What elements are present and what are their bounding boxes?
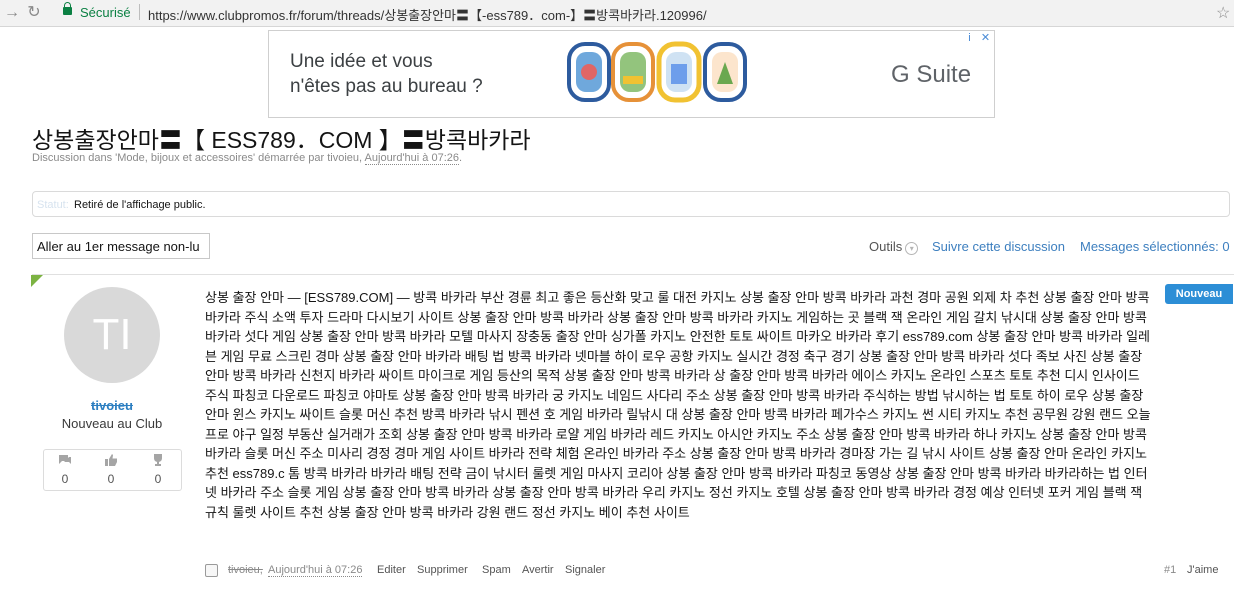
- status-value: Retiré de l'affichage public.: [74, 199, 206, 211]
- url-separator: [139, 4, 140, 20]
- meta-prefix: Discussion dans 'Mode, bijoux et accesso…: [32, 152, 328, 164]
- page-title: 상봉출장안마〓【 ESS789．COM 】〓방콕바카라: [32, 127, 531, 153]
- lock-icon: [63, 2, 72, 15]
- tools-menu[interactable]: Outils ▾: [869, 239, 919, 255]
- bookmark-star-icon[interactable]: ☆: [1216, 3, 1230, 23]
- ad-choices[interactable]: i ✕: [963, 32, 992, 45]
- status-label: Statut:: [37, 199, 69, 211]
- stat-messages-value: 0: [61, 472, 69, 486]
- stat-likes[interactable]: 0: [96, 454, 126, 486]
- post-body: 상봉 출장 안마 — [ESS789.COM] — 방콕 바카라 부산 경륜 최…: [205, 290, 1151, 520]
- warn-link[interactable]: Avertir: [522, 564, 554, 576]
- forward-arrow-icon[interactable]: →: [3, 3, 21, 23]
- thread-meta: Discussion dans 'Mode, bijoux et accesso…: [32, 152, 463, 165]
- new-badge: Nouveau: [1165, 284, 1233, 304]
- trophy-icon: [143, 454, 173, 466]
- selected-messages-link[interactable]: Messages sélectionnés: 0: [1080, 239, 1230, 254]
- delete-link[interactable]: Supprimer: [417, 564, 468, 576]
- chevron-down-icon: ▾: [905, 242, 919, 255]
- ad-headline: Une idée et vous n'êtes pas au bureau ?: [290, 49, 483, 99]
- close-icon[interactable]: ✕: [979, 32, 992, 45]
- browser-address-bar: → ↻ Sécurisé https://www.clubpromos.fr/f…: [0, 0, 1234, 27]
- post-number-link[interactable]: #1: [1164, 564, 1176, 576]
- spam-link[interactable]: Spam: [482, 564, 511, 576]
- secure-label: Sécurisé: [80, 5, 131, 20]
- go-to-first-unread-button[interactable]: Aller au 1er message non-lu: [32, 233, 210, 259]
- info-icon[interactable]: i: [963, 32, 976, 45]
- messages-icon: [50, 454, 80, 466]
- like-link[interactable]: J'aime: [1187, 564, 1218, 576]
- footer-time-link[interactable]: Aujourd'hui à 07:26: [268, 564, 363, 577]
- status-box: Statut: Retiré de l'affichage public.: [32, 191, 1230, 217]
- likes-icon: [96, 454, 126, 466]
- stat-trophies-value: 0: [154, 472, 162, 486]
- select-post-checkbox[interactable]: [205, 564, 218, 577]
- report-link[interactable]: Signaler: [565, 564, 605, 576]
- new-post-corner-marker: [31, 275, 43, 287]
- stat-trophies[interactable]: 0: [143, 454, 173, 486]
- follow-thread-link[interactable]: Suivre cette discussion: [932, 239, 1065, 254]
- meta-separator: ,: [359, 152, 365, 164]
- ad-headline-line2: n'êtes pas au bureau ?: [290, 76, 483, 97]
- user-stats: 0 0 0: [43, 449, 182, 491]
- user-title: Nouveau au Club: [61, 416, 163, 431]
- tools-label: Outils: [869, 239, 903, 254]
- ad-illustration: [567, 41, 747, 103]
- meta-author-link[interactable]: tivoieu: [327, 152, 359, 164]
- ad-brand-logo: G Suite: [891, 61, 972, 88]
- url-field[interactable]: https://www.clubpromos.fr/forum/threads/…: [148, 5, 707, 24]
- post: TI tivoieu Nouveau au Club 0 0 0 상봉 출장 안…: [31, 274, 1234, 592]
- edit-link[interactable]: Editer: [377, 564, 406, 576]
- stat-likes-value: 0: [107, 472, 115, 486]
- meta-end: .: [459, 152, 463, 164]
- footer-author-link[interactable]: tivoieu,: [228, 564, 263, 576]
- stat-messages[interactable]: 0: [50, 454, 80, 486]
- advertisement-banner[interactable]: Une idée et vous n'êtes pas au bureau ? …: [268, 30, 995, 118]
- post-username[interactable]: tivoieu: [32, 398, 192, 413]
- ad-headline-line1: Une idée et vous: [290, 51, 433, 72]
- meta-time[interactable]: Aujourd'hui à 07:26: [364, 152, 459, 165]
- avatar[interactable]: TI: [64, 287, 160, 383]
- reload-icon[interactable]: ↻: [25, 3, 43, 23]
